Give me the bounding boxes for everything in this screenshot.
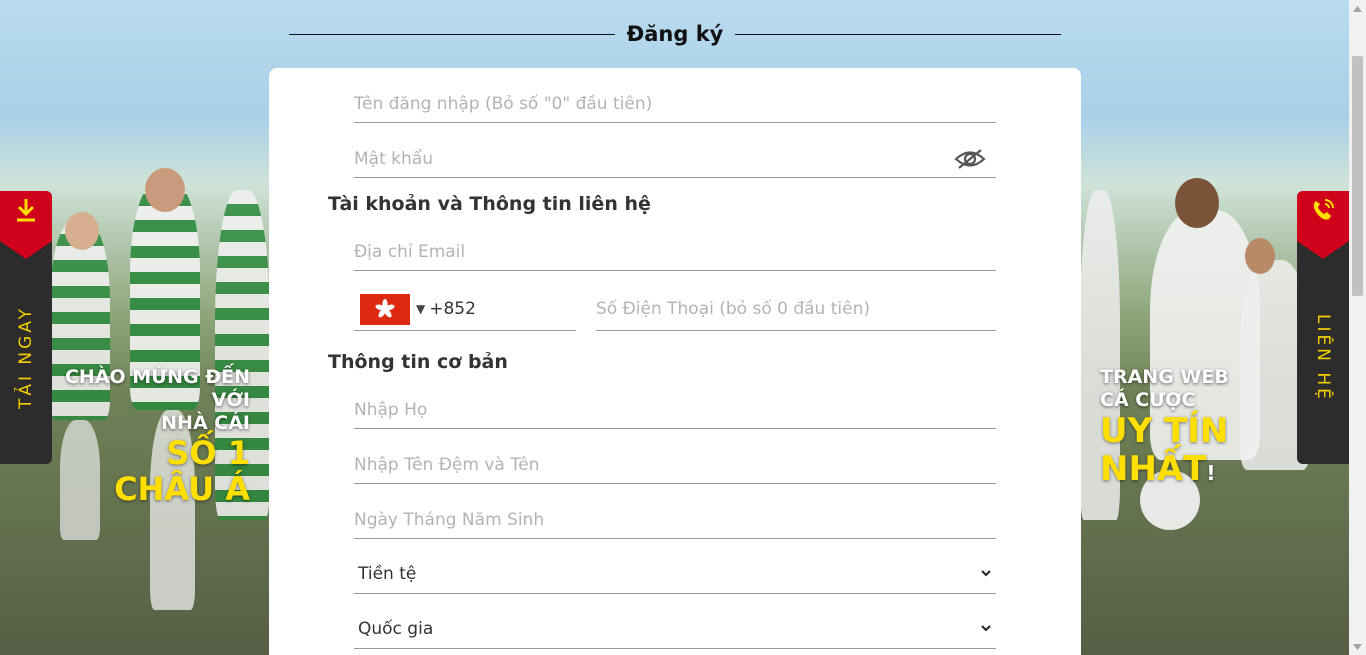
password-field-wrapper [354,140,996,178]
promo-left-line1: CHÀO MỪNG ĐẾN [64,366,250,388]
phone-input[interactable] [596,299,996,319]
promo-right-line1: TRANG WEB [1100,366,1229,388]
dob-field-wrapper [354,501,996,539]
firstname-field-wrapper [354,446,996,484]
contact-tab-label: LIÊN HỆ [1313,313,1333,402]
country-select[interactable]: Quốc gia [354,609,996,649]
promo-right-line2: CÁ CƯỢC [1100,389,1196,411]
password-input[interactable] [354,140,996,177]
promo-left-line5: CHÂU Á [114,470,250,508]
lastname-input[interactable] [354,391,996,428]
scroll-up-arrow-icon[interactable] [1349,0,1366,17]
download-icon [14,197,38,227]
promo-right-line4: NHẤT [1100,449,1207,489]
title-divider-left [289,33,615,35]
currency-select-value: Tiền tệ [358,563,417,584]
contact-tab-cap [1297,191,1349,259]
chevron-down-icon [980,619,992,638]
username-field-wrapper [354,85,996,123]
promo-left-line4: SỐ 1 [166,434,250,472]
username-input[interactable] [354,85,996,122]
currency-select[interactable]: Tiền tệ [354,554,996,594]
hong-kong-flag-icon [360,293,410,325]
section-title-contact: Tài khoản và Thông tin liên hệ [328,193,651,215]
email-input[interactable] [354,233,996,270]
promo-left: CHÀO MỪNG ĐẾN VỚI NHÀ CÁI SỐ 1 CHÂU Á [60,366,250,507]
firstname-input[interactable] [354,446,996,483]
phone-icon [1310,197,1336,227]
promo-right: TRANG WEB CÁ CƯỢC UY TÍN NHẤT! [1100,366,1300,492]
eye-slash-icon[interactable] [954,148,986,170]
promo-left-line2: VỚI [211,389,250,411]
title-divider-right [735,33,1061,35]
page-title-row: Đăng ký [289,18,1061,50]
caret-down-icon: ▼ [416,302,426,316]
phone-country-selector[interactable]: ▼ +852 [354,288,576,331]
lastname-field-wrapper [354,391,996,429]
country-select-value: Quốc gia [358,618,434,639]
download-now-tab[interactable]: TẢI NGAY [0,191,52,464]
page-title: Đăng ký [626,22,724,46]
section-title-basic: Thông tin cơ bản [328,351,508,373]
phone-field-wrapper [596,288,996,331]
scroll-down-arrow-icon[interactable] [1349,638,1366,655]
contact-tab[interactable]: LIÊN HỆ [1297,191,1349,464]
promo-left-line3: NHÀ CÁI [161,412,250,434]
chevron-down-icon [980,564,992,583]
dob-input[interactable] [354,501,996,538]
page-scrollbar[interactable] [1349,0,1366,655]
promo-right-exclamation: ! [1206,461,1216,485]
scrollbar-thumb[interactable] [1352,56,1363,296]
promo-right-line3: UY TÍN [1100,411,1229,451]
email-field-wrapper [354,233,996,271]
download-tab-cap [0,191,52,259]
phone-country-code: +852 [429,299,476,319]
download-tab-label: TẢI NGAY [16,306,36,410]
promo-right-line4-row: NHẤT! [1100,450,1300,492]
registration-form: Tài khoản và Thông tin liên hệ ▼ +852 Th… [269,68,1081,655]
